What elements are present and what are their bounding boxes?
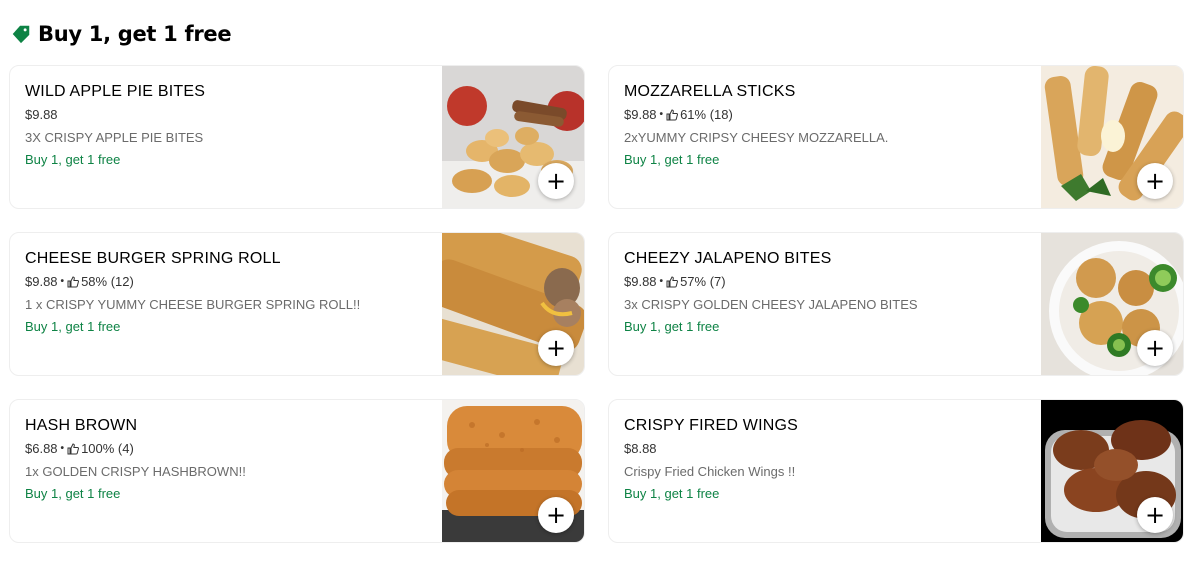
- add-to-cart-button[interactable]: +: [538, 163, 574, 199]
- item-name: MOZZARELLA STICKS: [624, 83, 796, 100]
- separator-dot: •: [60, 443, 65, 454]
- item-promo: Buy 1, get 1 free: [25, 486, 121, 501]
- item-promo: Buy 1, get 1 free: [25, 152, 121, 167]
- item-meta: $9.88 • 61% (18): [624, 106, 1034, 124]
- item-name: CHEESE BURGER SPRING ROLL: [25, 250, 281, 267]
- add-to-cart-button[interactable]: +: [538, 330, 574, 366]
- item-name: CRISPY FIRED WINGS: [624, 417, 798, 434]
- item-price: $9.88: [624, 107, 657, 122]
- item-meta: $9.88 • 58% (12): [25, 273, 435, 291]
- plus-icon: +: [1144, 334, 1166, 362]
- item-promo: Buy 1, get 1 free: [25, 319, 121, 334]
- item-name: CHEEZY JALAPENO BITES: [624, 250, 832, 267]
- separator-dot: •: [60, 276, 65, 287]
- add-to-cart-button[interactable]: +: [538, 497, 574, 533]
- add-to-cart-button[interactable]: +: [1137, 163, 1173, 199]
- thumbs-up-icon: [666, 276, 679, 288]
- item-meta: $8.88: [624, 440, 1034, 458]
- item-rating: 58% (12): [81, 274, 134, 289]
- item-rating: 57% (7): [680, 274, 726, 289]
- item-description: 3x CRISPY GOLDEN CHEESY JALAPENO BITES: [624, 297, 918, 312]
- tag-icon: [12, 25, 30, 44]
- item-price: $8.88: [624, 441, 657, 456]
- plus-icon: +: [545, 501, 567, 529]
- thumbs-up-icon: [67, 443, 80, 455]
- item-name: WILD APPLE PIE BITES: [25, 83, 206, 100]
- item-price: $9.88: [624, 274, 657, 289]
- plus-icon: +: [545, 167, 567, 195]
- item-description: 3X CRISPY APPLE PIE BITES: [25, 130, 204, 145]
- item-price: $6.88: [25, 441, 58, 456]
- add-to-cart-button[interactable]: +: [1137, 330, 1173, 366]
- item-name: HASH BROWN: [25, 417, 138, 434]
- item-description: 1 x CRISPY YUMMY CHEESE BURGER SPRING RO…: [25, 297, 361, 312]
- item-promo: Buy 1, get 1 free: [624, 319, 720, 334]
- menu-item-card[interactable]: WILD APPLE PIE BITES $9.88 3X CRISPY APP…: [9, 65, 585, 209]
- menu-item-card[interactable]: MOZZARELLA STICKS $9.88 • 61% (18) 2xYUM…: [608, 65, 1184, 209]
- plus-icon: +: [1144, 167, 1166, 195]
- item-description: Crispy Fried Chicken Wings !!: [624, 464, 796, 479]
- menu-item-card[interactable]: CRISPY FIRED WINGS $8.88 Crispy Fried Ch…: [608, 399, 1184, 543]
- item-meta: $6.88 • 100% (4): [25, 440, 435, 458]
- item-rating: 100% (4): [81, 441, 134, 456]
- plus-icon: +: [1144, 501, 1166, 529]
- item-price: $9.88: [25, 107, 58, 122]
- item-description: 1x GOLDEN CRISPY HASHBROWN!!: [25, 464, 246, 479]
- separator-dot: •: [659, 276, 664, 287]
- section-title: Buy 1, get 1 free: [38, 22, 232, 46]
- menu-item-card[interactable]: HASH BROWN $6.88 • 100% (4) 1x GOLDEN CR…: [9, 399, 585, 543]
- menu-item-card[interactable]: CHEEZY JALAPENO BITES $9.88 • 57% (7) 3x…: [608, 232, 1184, 376]
- item-meta: $9.88 • 57% (7): [624, 273, 1034, 291]
- add-to-cart-button[interactable]: +: [1137, 497, 1173, 533]
- item-rating: 61% (18): [680, 107, 733, 122]
- section-header: Buy 1, get 1 free: [10, 18, 232, 50]
- item-promo: Buy 1, get 1 free: [624, 486, 720, 501]
- item-description: 2xYUMMY CRIPSY CHEESY MOZZARELLA.: [624, 130, 889, 145]
- item-promo: Buy 1, get 1 free: [624, 152, 720, 167]
- item-price: $9.88: [25, 274, 58, 289]
- thumbs-up-icon: [666, 109, 679, 121]
- thumbs-up-icon: [67, 276, 80, 288]
- item-meta: $9.88: [25, 106, 435, 124]
- plus-icon: +: [545, 334, 567, 362]
- separator-dot: •: [659, 109, 664, 120]
- menu-item-card[interactable]: CHEESE BURGER SPRING ROLL $9.88 • 58% (1…: [9, 232, 585, 376]
